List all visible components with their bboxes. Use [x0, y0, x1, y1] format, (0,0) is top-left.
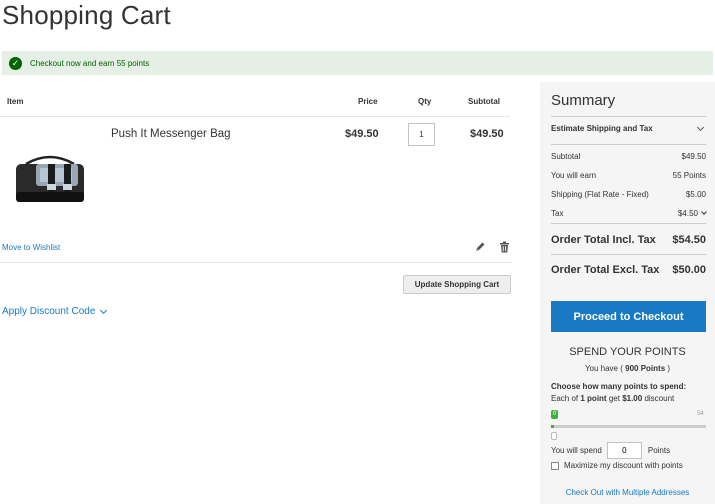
- chevron-down-icon: [701, 209, 707, 215]
- chevron-down-icon: [100, 306, 108, 314]
- spend-points-input[interactable]: [606, 442, 642, 459]
- row-label: Shipping (Flat Rate - Fixed): [551, 190, 649, 199]
- discount-label: Apply Discount Code: [2, 306, 96, 317]
- summary-row-total-excl: Order Total Excl. Tax $50.00: [551, 264, 706, 276]
- rate-prefix: Each of: [551, 394, 579, 403]
- points-balance: You have ( 900 Points ): [540, 364, 715, 373]
- product-name-link[interactable]: Push It Messenger Bag: [111, 128, 231, 140]
- rate-middle: get: [608, 394, 620, 403]
- row-value: 55 Points: [672, 171, 706, 180]
- slider-max-label: 54: [697, 411, 704, 417]
- rate-amount: $1.00: [622, 394, 643, 403]
- apply-discount-toggle[interactable]: Apply Discount Code: [2, 306, 108, 317]
- divider: [0, 262, 512, 263]
- balance-suffix: ): [667, 364, 671, 373]
- move-to-wishlist-link[interactable]: Move to Wishlist: [2, 243, 60, 252]
- page-title: Shopping Cart: [2, 0, 171, 30]
- slider-handle[interactable]: [551, 432, 557, 440]
- points-rate: Each of 1 point get $1.00 discount: [551, 394, 674, 403]
- proceed-to-checkout-button[interactable]: Proceed to Checkout: [551, 301, 706, 332]
- row-value: $5.00: [685, 190, 706, 199]
- trash-icon[interactable]: [499, 241, 510, 253]
- multiple-addresses-link[interactable]: Check Out with Multiple Addresses: [540, 488, 715, 497]
- maximize-label: Maximize my discount with points: [564, 461, 683, 470]
- summary-title: Summary: [551, 92, 616, 109]
- points-slider[interactable]: [551, 425, 706, 428]
- product-image[interactable]: [12, 150, 88, 206]
- divider: [551, 254, 706, 255]
- qty-input[interactable]: [408, 123, 435, 146]
- header-price: Price: [358, 97, 378, 106]
- estimate-shipping-toggle[interactable]: Estimate Shipping and Tax: [551, 123, 706, 133]
- rate-points: 1 point: [580, 394, 607, 403]
- item-subtotal: $49.50: [470, 128, 504, 140]
- balance-prefix: You have (: [584, 364, 623, 373]
- notice-message: Checkout now and earn 55 points: [30, 58, 150, 68]
- header-qty: Qty: [418, 97, 432, 106]
- divider: [551, 116, 706, 117]
- divider: [0, 116, 510, 117]
- spend-prefix: You will spend: [551, 446, 602, 455]
- item-price: $49.50: [345, 128, 379, 140]
- row-label: Order Total Incl. Tax: [551, 234, 656, 246]
- slider-min-label: 0: [551, 410, 558, 419]
- spend-points-row: You will spend Points: [551, 442, 670, 459]
- chevron-down-icon: [696, 123, 705, 132]
- spend-points-title: SPEND YOUR POINTS: [569, 346, 686, 358]
- row-label: You will earn: [551, 171, 597, 180]
- slider-fill: [551, 425, 554, 428]
- success-notice: ✓ Checkout now and earn 55 points: [2, 51, 713, 75]
- row-value: $50.00: [672, 264, 706, 276]
- spend-suffix: Points: [647, 446, 671, 455]
- update-cart-button[interactable]: Update Shopping Cart: [403, 275, 511, 294]
- row-value: $4.50: [677, 209, 698, 218]
- header-subtotal: Subtotal: [468, 97, 500, 106]
- row-label: Tax: [551, 209, 564, 218]
- summary-row-tax[interactable]: Tax $4.50: [551, 209, 707, 218]
- summary-row-earn: You will earn 55 Points: [551, 171, 706, 180]
- check-icon: ✓: [9, 56, 22, 70]
- edit-icon[interactable]: [474, 241, 486, 253]
- summary-row-total-incl: Order Total Incl. Tax $54.50: [551, 234, 706, 246]
- row-value: $49.50: [681, 152, 706, 161]
- rate-suffix: discount: [644, 394, 675, 403]
- summary-row-subtotal: Subtotal $49.50: [551, 152, 706, 161]
- maximize-discount-option[interactable]: Maximize my discount with points: [551, 461, 683, 470]
- row-value: $54.50: [672, 234, 706, 246]
- balance-value: 900 Points: [625, 364, 666, 373]
- row-label: Order Total Excl. Tax: [551, 264, 660, 276]
- summary-row-shipping: Shipping (Flat Rate - Fixed) $5.00: [551, 190, 706, 199]
- divider: [551, 223, 706, 224]
- row-label: Subtotal: [551, 152, 581, 161]
- divider: [551, 144, 706, 145]
- maximize-discount-checkbox[interactable]: [551, 461, 559, 470]
- summary-panel: Summary Estimate Shipping and Tax Subtot…: [540, 82, 715, 504]
- estimate-label: Estimate Shipping and Tax: [551, 124, 653, 133]
- choose-points-label: Choose how many points to spend:: [551, 382, 687, 391]
- header-item: Item: [7, 97, 24, 106]
